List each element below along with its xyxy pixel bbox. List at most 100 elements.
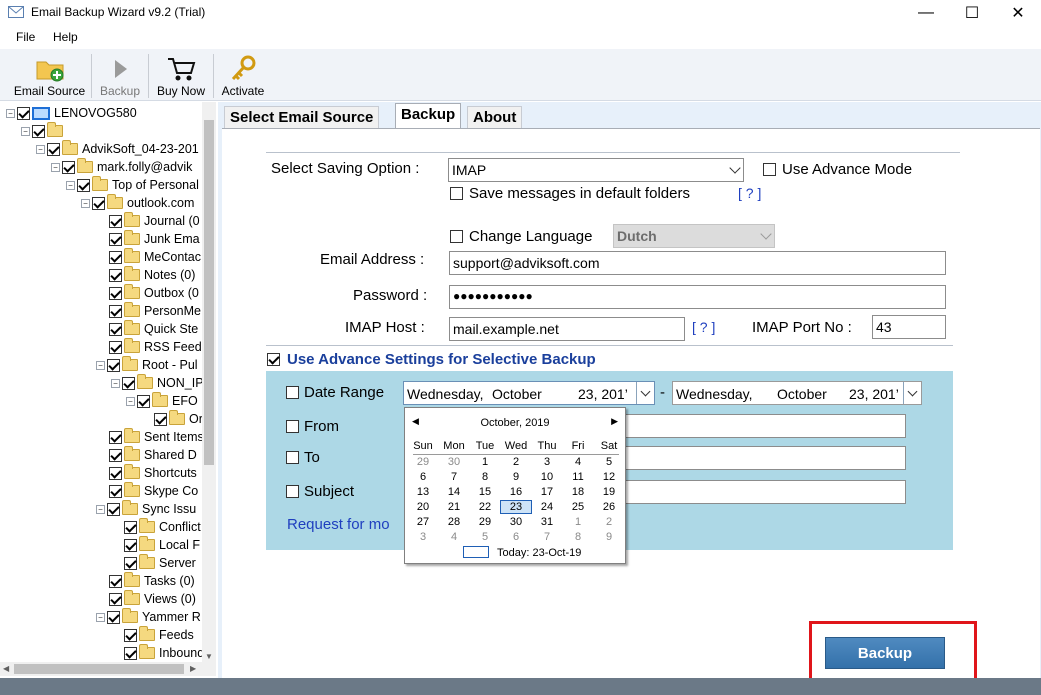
tree-item[interactable]: − Yammer R	[96, 608, 201, 626]
to-date-picker[interactable]: Wednesday, October 23, 201’	[672, 381, 922, 405]
tree-checkbox[interactable]	[109, 232, 122, 246]
tab-select-email-source[interactable]: Select Email Source	[224, 106, 380, 128]
calendar-day[interactable]: 2	[594, 516, 624, 528]
backup-button[interactable]: Backup	[825, 637, 945, 669]
tree-item[interactable]: − EFO	[126, 392, 198, 410]
calendar-day[interactable]: 5	[470, 531, 500, 543]
tree-checkbox[interactable]	[107, 502, 120, 516]
tree-checkbox[interactable]	[124, 646, 137, 660]
collapse-icon[interactable]: −	[96, 612, 105, 622]
calendar-day[interactable]: 1	[470, 456, 500, 468]
calendar-day[interactable]: 7	[532, 531, 562, 543]
subject-filter-checkbox[interactable]	[286, 485, 299, 498]
tree-checkbox[interactable]	[122, 376, 135, 390]
advance-settings-checkbox[interactable]	[267, 353, 280, 366]
calendar-day[interactable]: 15	[470, 486, 500, 498]
date-range-checkbox[interactable]	[286, 386, 299, 399]
language-select[interactable]: Dutch	[613, 224, 775, 248]
tree-item[interactable]: Local F	[124, 536, 200, 554]
tree-item[interactable]: Shared D	[109, 446, 197, 464]
calendar-day[interactable]: 10	[532, 471, 562, 483]
activate-button[interactable]: Activate	[217, 52, 269, 100]
tree-checkbox[interactable]	[109, 322, 122, 336]
calendar-day[interactable]: 27	[408, 516, 438, 528]
calendar-day[interactable]: 3	[408, 531, 438, 543]
tree-checkbox[interactable]	[109, 484, 122, 498]
calendar-day[interactable]: 29	[470, 516, 500, 528]
subject-filter-input[interactable]	[605, 480, 906, 504]
calendar-day[interactable]: 13	[408, 486, 438, 498]
tab-about[interactable]: About	[467, 106, 523, 128]
request-link[interactable]: Request for mo	[287, 516, 390, 533]
help-link[interactable]: [ ? ]	[738, 185, 761, 201]
tree-checkbox[interactable]	[137, 394, 150, 408]
tree-checkbox[interactable]	[109, 448, 122, 462]
scroll-right-icon[interactable]: ▶	[190, 664, 196, 673]
tree-checkbox[interactable]	[109, 430, 122, 444]
calendar-day[interactable]: 4	[563, 456, 593, 468]
tree-item[interactable]: Or	[154, 410, 203, 428]
tree-checkbox[interactable]	[124, 628, 137, 642]
tree-item[interactable]: − AdvikSoft_04-23-201	[36, 140, 199, 158]
tree-vertical-scrollbar[interactable]: ▼	[202, 102, 216, 662]
tree-checkbox[interactable]	[109, 340, 122, 354]
email-address-input[interactable]: support@adviksoft.com	[449, 251, 946, 275]
tree-item[interactable]: − mark.folly@advik	[51, 158, 192, 176]
tree-item[interactable]: − Sync Issu	[96, 500, 196, 518]
tree-checkbox[interactable]	[124, 520, 137, 534]
saving-option-select[interactable]: IMAP	[448, 158, 744, 182]
tree-checkbox[interactable]	[124, 538, 137, 552]
tree-item[interactable]: Tasks (0)	[109, 572, 195, 590]
calendar-day[interactable]: 14	[439, 486, 469, 498]
tree-item[interactable]: − NON_IP	[111, 374, 204, 392]
tree-checkbox[interactable]	[109, 286, 122, 300]
imap-host-input[interactable]: mail.example.net	[449, 317, 685, 341]
tree-checkbox[interactable]	[109, 466, 122, 480]
tree-item[interactable]: Server	[124, 554, 196, 572]
calendar-day[interactable]: 30	[501, 516, 531, 528]
tree-checkbox[interactable]	[107, 358, 120, 372]
calendar-day[interactable]: 20	[408, 501, 438, 513]
calendar-day[interactable]: 8	[563, 531, 593, 543]
tree-horizontal-scrollbar[interactable]: ◀ ▶	[0, 662, 216, 676]
tree-checkbox[interactable]	[109, 574, 122, 588]
menu-file[interactable]: File	[16, 30, 35, 44]
collapse-icon[interactable]: −	[81, 198, 90, 208]
tree-item[interactable]: −	[21, 122, 67, 140]
calendar-day[interactable]: 3	[532, 456, 562, 468]
tree-checkbox[interactable]	[77, 178, 90, 192]
calendar-day[interactable]: 22	[470, 501, 500, 513]
calendar-day[interactable]: 29	[408, 456, 438, 468]
from-filter-input[interactable]	[605, 414, 906, 438]
collapse-icon[interactable]: −	[96, 360, 105, 370]
save-default-folders-checkbox[interactable]	[450, 187, 463, 200]
calendar-day[interactable]: 24	[532, 501, 562, 513]
tree-checkbox[interactable]	[109, 304, 122, 318]
calendar-day[interactable]: 25	[563, 501, 593, 513]
tree-item[interactable]: − Root - Pul	[96, 356, 198, 374]
from-date-picker[interactable]: Wednesday, October 23, 201’	[403, 381, 655, 405]
tree-checkbox[interactable]	[154, 412, 167, 426]
collapse-icon[interactable]: −	[66, 180, 75, 190]
calendar-dropdown-icon[interactable]	[636, 382, 654, 404]
tree-item[interactable]: PersonMe	[109, 302, 201, 320]
calendar-dropdown-icon[interactable]	[903, 382, 921, 404]
buy-now-button[interactable]: Buy Now	[152, 52, 210, 100]
collapse-icon[interactable]: −	[51, 162, 60, 172]
calendar-day[interactable]: 9	[501, 471, 531, 483]
calendar-day[interactable]: 2	[501, 456, 531, 468]
maximize-button[interactable]: ☐	[949, 0, 995, 26]
tree-item[interactable]: Outbox (0	[109, 284, 199, 302]
collapse-icon[interactable]: −	[96, 504, 105, 514]
tree-item[interactable]: Junk Ema	[109, 230, 200, 248]
calendar-day[interactable]: 18	[563, 486, 593, 498]
collapse-icon[interactable]: −	[36, 144, 45, 154]
calendar-day[interactable]: 7	[439, 471, 469, 483]
calendar-day[interactable]: 6	[408, 471, 438, 483]
email-source-button[interactable]: Email Source	[12, 52, 87, 100]
tree-item[interactable]: Sent Items	[109, 428, 204, 446]
tree-item[interactable]: Journal (0	[109, 212, 200, 230]
menu-help[interactable]: Help	[53, 30, 78, 44]
scrollbar-thumb[interactable]	[204, 120, 214, 465]
tree-item[interactable]: Conflict	[124, 518, 201, 536]
